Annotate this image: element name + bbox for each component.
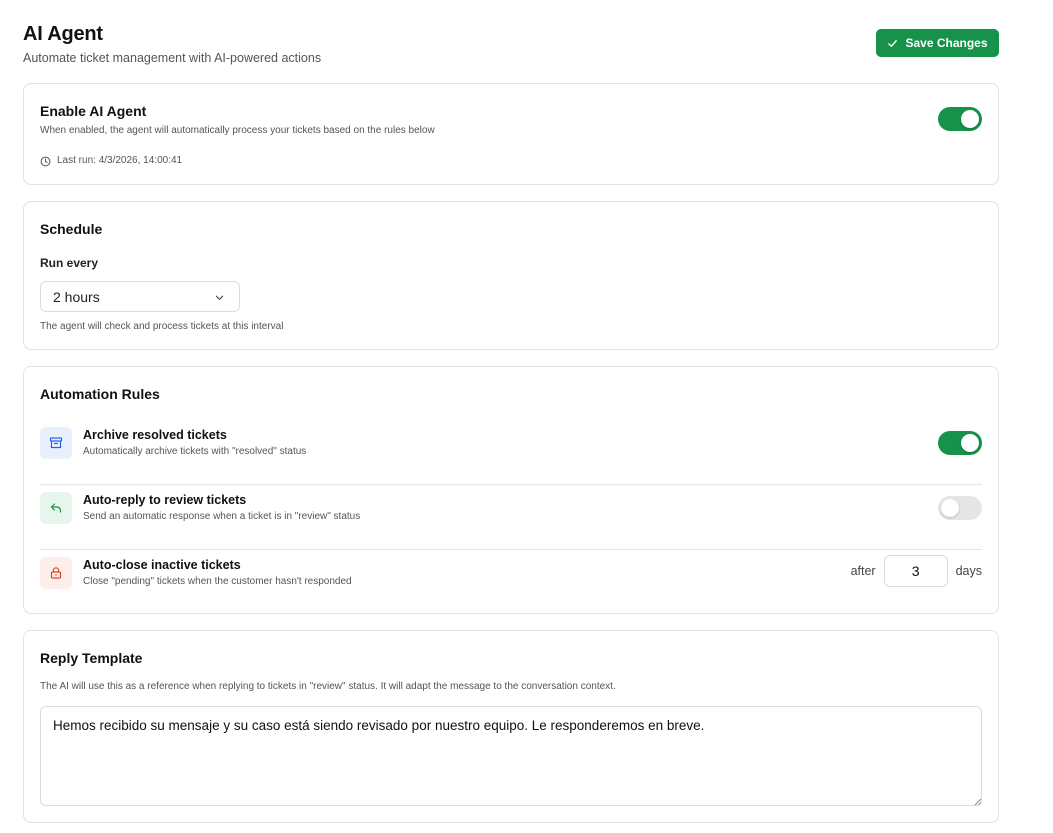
- inactive-days-control: after days: [851, 555, 982, 587]
- chevron-down-icon: [215, 295, 224, 300]
- toggle-knob: [961, 434, 979, 452]
- rule-archive-icon-box: [40, 427, 72, 459]
- page-subtitle: Automate ticket management with AI-power…: [23, 51, 322, 65]
- archive-icon: [49, 437, 63, 449]
- toggle-knob: [961, 110, 979, 128]
- last-run-text: Last run: 4/3/2026, 14:00:41: [57, 155, 183, 166]
- reply-template-textarea[interactable]: Hemos recibido su mensaje y su caso está…: [40, 706, 982, 806]
- rule-auto-close-title: Auto-close inactive tickets: [83, 558, 241, 572]
- toggle-knob: [941, 499, 959, 517]
- save-changes-label: Save Changes: [905, 36, 988, 50]
- enable-agent-description: When enabled, the agent will automatical…: [40, 125, 435, 136]
- rule-auto-reply: Auto-reply to review tickets Send an aut…: [40, 492, 982, 550]
- reply-icon: [50, 503, 62, 513]
- rule-archive-description: Automatically archive tickets with "reso…: [83, 446, 307, 457]
- schedule-hint: The agent will check and process tickets…: [40, 321, 284, 332]
- rule-auto-close-icon-box: [40, 557, 72, 589]
- schedule-title: Schedule: [40, 221, 103, 237]
- automation-rules-card: Automation Rules Archive resolved ticket…: [23, 366, 999, 614]
- enable-agent-card: Enable AI Agent When enabled, the agent …: [23, 83, 999, 185]
- automation-rules-title: Automation Rules: [40, 386, 160, 402]
- rule-auto-reply-toggle[interactable]: [938, 496, 982, 520]
- reply-template-hint: The AI will use this as a reference when…: [40, 681, 616, 692]
- run-every-label: Run every: [40, 256, 99, 270]
- rule-auto-close-description: Close "pending" tickets when the custome…: [83, 576, 352, 587]
- resize-handle-icon[interactable]: [974, 798, 982, 806]
- rule-auto-reply-icon-box: [40, 492, 72, 524]
- rule-auto-reply-title: Auto-reply to review tickets: [83, 493, 247, 507]
- after-label: after: [850, 564, 876, 578]
- rule-auto-close: Auto-close inactive tickets Close "pendi…: [40, 555, 982, 615]
- reply-template-card: Reply Template The AI will use this as a…: [23, 630, 999, 823]
- last-run-info: Last run: 4/3/2026, 14:00:41: [40, 154, 182, 168]
- interval-select-value: 2 hours: [53, 288, 100, 305]
- rule-archive-toggle[interactable]: [938, 431, 982, 455]
- inactive-days-input[interactable]: [883, 555, 948, 587]
- rule-archive-title: Archive resolved tickets: [83, 428, 227, 442]
- lock-icon: [50, 567, 62, 579]
- enable-agent-toggle[interactable]: [938, 107, 982, 131]
- schedule-card: Schedule Run every 2 hours The agent wil…: [23, 201, 999, 350]
- enable-agent-title: Enable AI Agent: [40, 103, 147, 119]
- check-icon: [888, 39, 898, 47]
- page-header: AI Agent Automate ticket management with…: [23, 22, 999, 70]
- page-title: AI Agent: [23, 23, 103, 45]
- clock-icon: [40, 156, 51, 166]
- interval-select[interactable]: 2 hours: [40, 281, 240, 312]
- days-label: days: [955, 564, 982, 578]
- rule-archive: Archive resolved tickets Automatically a…: [40, 427, 982, 485]
- save-changes-button[interactable]: Save Changes: [876, 29, 999, 57]
- reply-template-title: Reply Template: [40, 650, 143, 666]
- rule-auto-reply-description: Send an automatic response when a ticket…: [83, 511, 361, 522]
